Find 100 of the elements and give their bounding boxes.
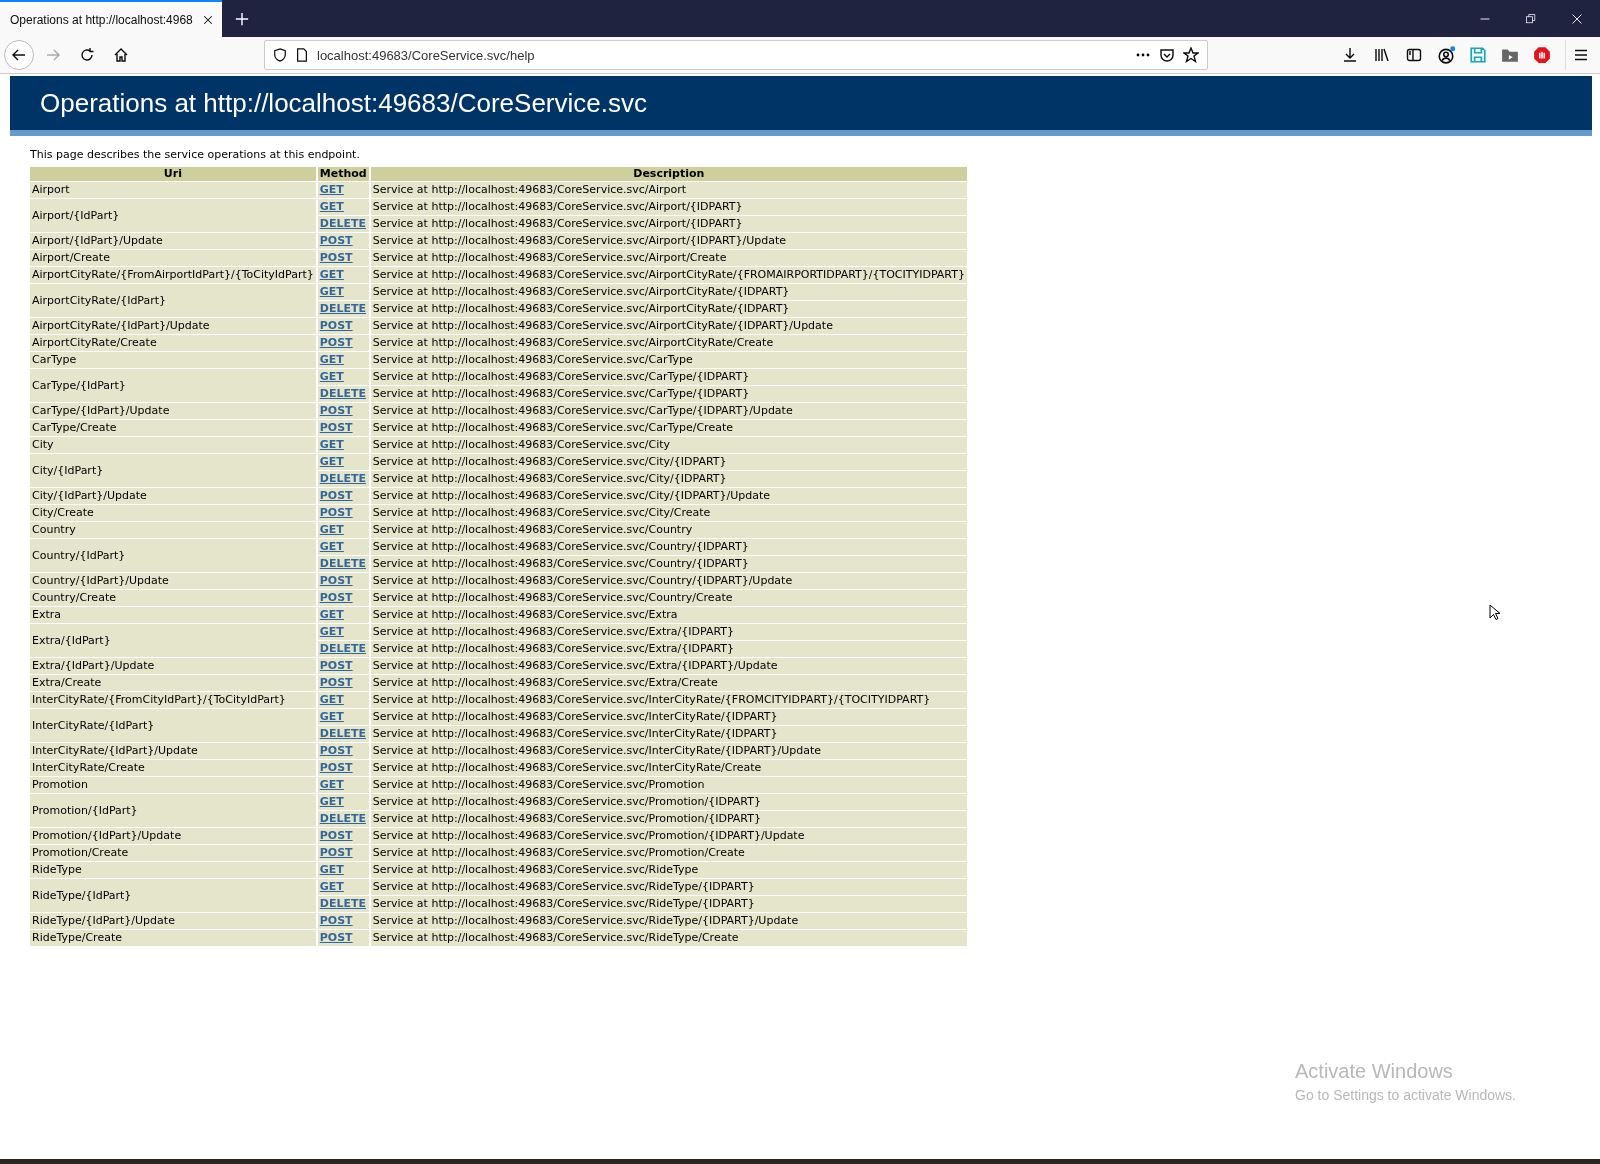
- restore-icon[interactable]: [1525, 12, 1537, 25]
- method-link[interactable]: POST: [319, 846, 353, 859]
- method-link[interactable]: DELETE: [319, 557, 366, 570]
- description-cell: Service at http://localhost:49683/CoreService.svc/CarType/{IDPART}: [370, 369, 967, 385]
- method-link[interactable]: GET: [319, 625, 344, 638]
- method-link[interactable]: DELETE: [319, 387, 366, 400]
- description-cell: Service at http://localhost:49683/CoreService.svc/CarType/{IDPART}: [370, 386, 967, 402]
- method-link[interactable]: GET: [319, 863, 344, 876]
- method-link[interactable]: POST: [319, 234, 353, 247]
- method-link[interactable]: GET: [319, 183, 344, 196]
- method-link[interactable]: POST: [319, 829, 353, 842]
- pocket-icon[interactable]: [1159, 47, 1175, 63]
- method-link[interactable]: GET: [319, 353, 344, 366]
- uri-cell: City/{IdPart}/Update: [30, 488, 316, 504]
- description-cell: Service at http://localhost:49683/CoreService.svc/RideType/Create: [370, 930, 967, 946]
- description-cell: Service at http://localhost:49683/CoreService.svc/AirportCityRate/Create: [370, 335, 967, 351]
- download-icon[interactable]: [1342, 47, 1358, 63]
- uri-cell: Airport/{IdPart}/Update: [30, 233, 316, 249]
- arrow-left-icon[interactable]: [11, 47, 27, 63]
- method-link[interactable]: POST: [319, 489, 353, 502]
- shield-icon[interactable]: [273, 48, 287, 62]
- plus-icon[interactable]: [235, 11, 249, 26]
- home-icon[interactable]: [113, 47, 129, 63]
- method-link[interactable]: POST: [319, 676, 353, 689]
- menu-icon[interactable]: [1573, 47, 1589, 63]
- account-icon[interactable]: [1437, 46, 1455, 64]
- method-link[interactable]: POST: [319, 914, 353, 927]
- method-link[interactable]: POST: [319, 744, 353, 757]
- description-cell: Service at http://localhost:49683/CoreService.svc/Promotion/{IDPART}: [370, 811, 967, 827]
- method-link[interactable]: GET: [319, 608, 344, 621]
- method-link[interactable]: POST: [319, 574, 353, 587]
- method-link[interactable]: GET: [319, 880, 344, 893]
- method-link[interactable]: POST: [319, 506, 353, 519]
- uri-cell: RideType/{IdPart}: [30, 879, 316, 912]
- description-cell: Service at http://localhost:49683/CoreService.svc/CarType/{IDPART}/Update: [370, 403, 967, 419]
- method-link[interactable]: GET: [319, 795, 344, 808]
- uri-cell: AirportCityRate/{IdPart}: [30, 284, 316, 317]
- description-cell: Service at http://localhost:49683/CoreService.svc/AirportCityRate/{IDPART}: [370, 284, 967, 300]
- uri-cell: Country/{IdPart}/Update: [30, 573, 316, 589]
- description-cell: Service at http://localhost:49683/CoreService.svc/Country/{IDPART}: [370, 556, 967, 572]
- stop-hand-icon[interactable]: [1533, 46, 1551, 64]
- method-link[interactable]: DELETE: [319, 897, 366, 910]
- method-link[interactable]: GET: [319, 200, 344, 213]
- page-title: Operations at http://localhost:49683/CoreService.svc: [40, 87, 647, 119]
- method-link[interactable]: POST: [319, 336, 353, 349]
- description-cell: Service at http://localhost:49683/CoreService.svc/RideType/{IDPART}: [370, 896, 967, 912]
- method-link[interactable]: DELETE: [319, 302, 366, 315]
- intro-text: This page describes the service operations at this endpoint.: [30, 148, 361, 161]
- description-cell: Service at http://localhost:49683/CoreService.svc/InterCityRate/{IDPART}: [370, 709, 967, 725]
- uri-cell: City: [30, 437, 316, 453]
- uri-cell: RideType: [30, 862, 316, 878]
- close-icon[interactable]: [1571, 12, 1583, 25]
- library-icon[interactable]: [1374, 47, 1390, 63]
- close-icon[interactable]: [202, 13, 214, 26]
- uri-cell: RideType/Create: [30, 930, 316, 946]
- description-cell: Service at http://localhost:49683/CoreService.svc/Promotion: [370, 777, 967, 793]
- uri-cell: AirportCityRate/{IdPart}/Update: [30, 318, 316, 334]
- method-link[interactable]: GET: [319, 710, 344, 723]
- description-cell: Service at http://localhost:49683/CoreService.svc/City/{IDPART}: [370, 471, 967, 487]
- method-link[interactable]: GET: [319, 268, 344, 281]
- uri-cell: Airport: [30, 182, 316, 198]
- description-cell: Service at http://localhost:49683/CoreService.svc/CarType/Create: [370, 420, 967, 436]
- method-link[interactable]: POST: [319, 931, 353, 944]
- uri-cell: Promotion/{IdPart}/Update: [30, 828, 316, 844]
- method-link[interactable]: GET: [319, 523, 344, 536]
- method-link[interactable]: GET: [319, 455, 344, 468]
- method-link[interactable]: POST: [319, 761, 353, 774]
- method-link[interactable]: GET: [319, 370, 344, 383]
- browser-tab[interactable]: Operations at http://localhost:4968: [0, 0, 222, 37]
- method-link[interactable]: GET: [319, 540, 344, 553]
- uri-cell: Extra: [30, 607, 316, 623]
- method-link[interactable]: DELETE: [319, 812, 366, 825]
- method-link[interactable]: POST: [319, 659, 353, 672]
- uri-cell: RideType/{IdPart}/Update: [30, 913, 316, 929]
- method-link[interactable]: GET: [319, 778, 344, 791]
- description-cell: Service at http://localhost:49683/CoreService.svc/Extra/Create: [370, 675, 967, 691]
- method-link[interactable]: POST: [319, 421, 353, 434]
- method-link[interactable]: POST: [319, 591, 353, 604]
- address-bar[interactable]: localhost:49683/CoreService.svc/help: [264, 40, 1208, 70]
- uri-cell: Extra/{IdPart}/Update: [30, 658, 316, 674]
- reload-icon[interactable]: [79, 47, 95, 63]
- method-link[interactable]: GET: [319, 693, 344, 706]
- video-folder-icon[interactable]: [1501, 46, 1519, 64]
- uri-cell: City/Create: [30, 505, 316, 521]
- column-header: Description: [370, 167, 967, 181]
- method-link[interactable]: POST: [319, 404, 353, 417]
- method-link[interactable]: GET: [319, 285, 344, 298]
- sidebar-icon[interactable]: [1406, 47, 1422, 63]
- method-link[interactable]: POST: [319, 251, 353, 264]
- method-link[interactable]: DELETE: [319, 472, 366, 485]
- back-button[interactable]: [4, 40, 34, 70]
- uri-cell: City/{IdPart}: [30, 454, 316, 487]
- method-link[interactable]: DELETE: [319, 727, 366, 740]
- method-link[interactable]: POST: [319, 319, 353, 332]
- method-link[interactable]: DELETE: [319, 217, 366, 230]
- description-cell: Service at http://localhost:49683/CoreService.svc/City/{IDPART}: [370, 454, 967, 470]
- description-cell: Service at http://localhost:49683/CoreService.svc/Airport/{IDPART}/Update: [370, 233, 967, 249]
- method-link[interactable]: DELETE: [319, 642, 366, 655]
- method-link[interactable]: GET: [319, 438, 344, 451]
- star-icon[interactable]: [1183, 47, 1199, 63]
